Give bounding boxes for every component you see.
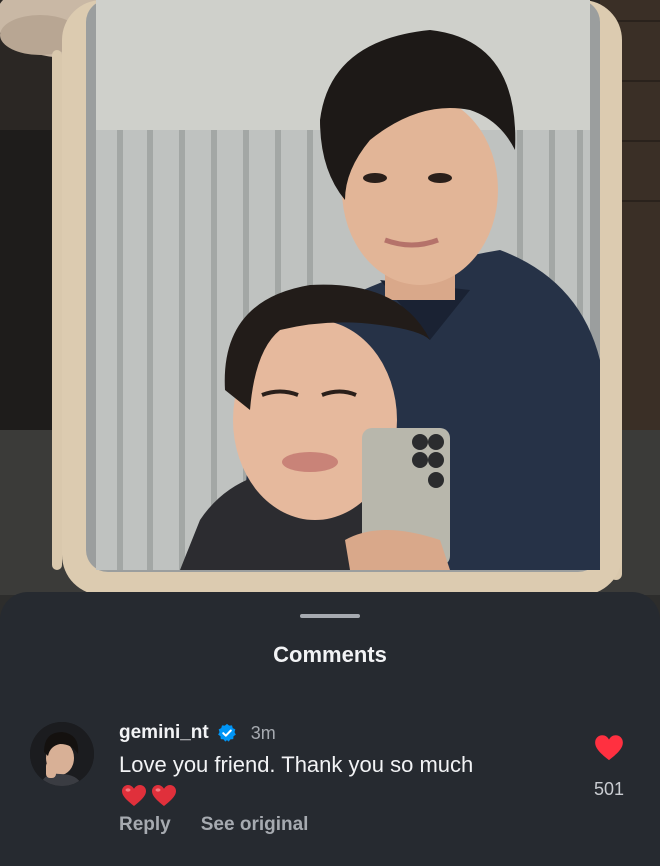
- comment-username[interactable]: gemini_nt: [119, 722, 209, 744]
- post-photo: [0, 0, 660, 640]
- comment-emojis: [121, 784, 177, 808]
- like-button[interactable]: 501: [584, 734, 634, 800]
- verified-badge-icon: [217, 723, 236, 742]
- red-heart-emoji-icon: [122, 785, 146, 806]
- avatar[interactable]: [30, 722, 94, 786]
- heart-icon[interactable]: [594, 734, 624, 762]
- comment-item: gemini_nt 3m Love you friend. Thank you …: [28, 720, 638, 860]
- red-heart-emoji-icon: [152, 785, 176, 806]
- comment-text: Love you friend. Thank you so much: [119, 752, 474, 777]
- like-count: 501: [593, 779, 625, 799]
- see-original-button[interactable]: See original: [201, 814, 309, 836]
- drag-handle[interactable]: [300, 614, 360, 618]
- comment-timestamp: 3m: [250, 722, 276, 743]
- comments-sheet: Comments gemini_nt 3m Love you friend. T…: [0, 592, 660, 866]
- reply-button[interactable]: Reply: [119, 814, 171, 836]
- sheet-title: Comments: [273, 642, 387, 667]
